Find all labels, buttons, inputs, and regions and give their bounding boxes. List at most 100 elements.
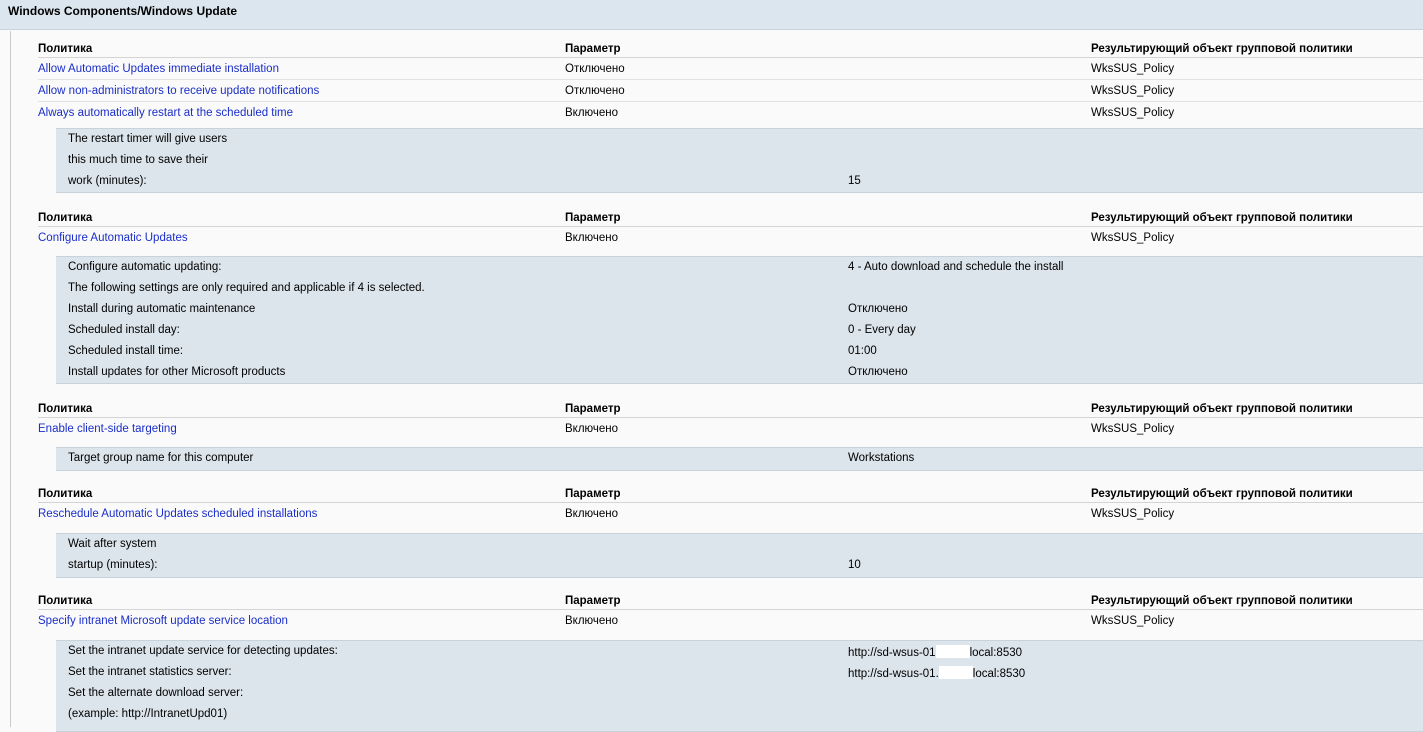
column-header-policy: Политика	[38, 403, 93, 415]
column-header-policy: Политика	[38, 595, 93, 607]
setting-row: work (minutes): 15	[56, 171, 1423, 192]
redaction	[938, 666, 973, 679]
setting-row: Set the intranet update service for dete…	[56, 641, 1423, 662]
policy-row: Allow Automatic Updates immediate instal…	[11, 58, 1423, 80]
policy-state: Включено	[565, 423, 619, 435]
setting-name: this much time to save their	[68, 154, 208, 166]
policy-block: Политика Параметр Результирующий объект …	[11, 395, 1423, 471]
setting-name: The following settings are only required…	[68, 282, 425, 294]
setting-value: 15	[848, 175, 861, 187]
policy-block: Политика Параметр Результирующий объект …	[11, 480, 1423, 578]
policy-state: Включено	[565, 107, 619, 119]
column-header-gpo: Результирующий объект групповой политики	[1091, 595, 1353, 607]
setting-value: 10	[848, 559, 861, 571]
policy-row: Reschedule Automatic Updates scheduled i…	[11, 503, 1423, 525]
policy-link[interactable]: Allow Automatic Updates immediate instal…	[38, 63, 279, 75]
section-header[interactable]: Windows Components/Windows Update	[0, 0, 1423, 30]
column-header-policy: Политика	[38, 488, 93, 500]
setting-row: The following settings are only required…	[56, 278, 1423, 299]
policy-state: Отключено	[565, 63, 625, 75]
setting-row: Set the intranet statistics server: http…	[56, 662, 1423, 683]
setting-name: Target group name for this computer	[68, 452, 254, 464]
policy-block: Политика Параметр Результирующий объект …	[11, 587, 1423, 732]
setting-row: startup (minutes): 10	[56, 555, 1423, 576]
setting-name: Install updates for other Microsoft prod…	[68, 366, 286, 378]
policy-link[interactable]: Enable client-side targeting	[38, 423, 177, 435]
setting-value: 01:00	[848, 345, 877, 357]
setting-name: Set the alternate download server:	[68, 687, 244, 699]
policy-gpo: WksSUS_Policy	[1091, 85, 1175, 97]
policy-row: Enable client-side targeting Включено Wk…	[11, 418, 1423, 440]
setting-name: Wait after system	[68, 538, 157, 550]
settings-panel: Target group name for this computer Work…	[56, 447, 1423, 471]
policy-gpo: WksSUS_Policy	[1091, 423, 1175, 435]
section-title: Windows Components/Windows Update	[8, 4, 238, 18]
policy-link[interactable]: Configure Automatic Updates	[38, 232, 188, 244]
setting-name: Set the intranet statistics server:	[68, 666, 232, 678]
setting-row: this much time to save their	[56, 150, 1423, 171]
policy-link[interactable]: Specify intranet Microsoft update servic…	[38, 615, 288, 627]
setting-value-part: http://sd-wsus-01	[848, 647, 936, 659]
policy-row: Allow non-administrators to receive upda…	[11, 80, 1423, 102]
setting-value-part: local:8530	[969, 647, 1023, 659]
setting-value: 0 - Every day	[848, 324, 916, 336]
policy-state: Включено	[565, 508, 619, 520]
settings-panel: Wait after system startup (minutes): 10	[56, 533, 1423, 578]
policy-gpo: WksSUS_Policy	[1091, 232, 1175, 244]
redaction	[935, 645, 970, 658]
setting-name: work (minutes):	[68, 175, 147, 187]
setting-value: Workstations	[848, 452, 915, 464]
setting-value: http://sd-wsus-01. local:8530	[848, 666, 1025, 680]
setting-row: Scheduled install day: 0 - Every day	[56, 320, 1423, 341]
setting-value: 4 - Auto download and schedule the insta…	[848, 261, 1064, 273]
column-header-setting: Параметр	[565, 595, 621, 607]
policy-row: Always automatically restart at the sche…	[11, 102, 1423, 124]
column-header-setting: Параметр	[565, 488, 621, 500]
setting-name: Configure automatic updating:	[68, 261, 222, 273]
policy-gpo: WksSUS_Policy	[1091, 107, 1175, 119]
setting-name: Scheduled install day:	[68, 324, 180, 336]
column-header-row: Политика Параметр Результирующий объект …	[11, 395, 1423, 418]
setting-name: The restart timer will give users	[68, 133, 228, 145]
policy-row: Configure Automatic Updates Включено Wks…	[11, 227, 1423, 249]
column-header-row: Политика Параметр Результирующий объект …	[11, 204, 1423, 227]
column-header-gpo: Результирующий объект групповой политики	[1091, 212, 1353, 224]
policy-row: Specify intranet Microsoft update servic…	[11, 610, 1423, 632]
column-header-row: Политика Параметр Результирующий объект …	[11, 480, 1423, 503]
column-header-setting: Параметр	[565, 403, 621, 415]
setting-value-part: local:8530	[972, 668, 1026, 680]
policy-state: Включено	[565, 232, 619, 244]
policy-gpo: WksSUS_Policy	[1091, 615, 1175, 627]
setting-name: Set the intranet update service for dete…	[68, 645, 338, 657]
setting-row: Install updates for other Microsoft prod…	[56, 362, 1423, 383]
policy-state: Отключено	[565, 85, 625, 97]
settings-panel: Set the intranet update service for dete…	[56, 640, 1423, 732]
policy-block: Политика Параметр Результирующий объект …	[11, 204, 1423, 384]
column-header-setting: Параметр	[565, 43, 621, 55]
column-header-gpo: Результирующий объект групповой политики	[1091, 403, 1353, 415]
setting-name: Scheduled install time:	[68, 345, 184, 357]
setting-row: Target group name for this computer Work…	[56, 448, 1423, 469]
setting-name: Install during automatic maintenance	[68, 303, 256, 315]
policy-link[interactable]: Allow non-administrators to receive upda…	[38, 85, 319, 97]
column-header-row: Политика Параметр Результирующий объект …	[11, 35, 1423, 58]
setting-row: Configure automatic updating: 4 - Auto d…	[56, 257, 1423, 278]
setting-value: Отключено	[848, 366, 908, 378]
setting-row: (example: http://IntranetUpd01)	[56, 704, 1423, 725]
settings-panel: Configure automatic updating: 4 - Auto d…	[56, 256, 1423, 384]
settings-panel: The restart timer will give users this m…	[56, 128, 1423, 193]
setting-name: startup (minutes):	[68, 559, 158, 571]
policy-link[interactable]: Reschedule Automatic Updates scheduled i…	[38, 508, 317, 520]
column-header-policy: Политика	[38, 212, 93, 224]
setting-row: Set the alternate download server:	[56, 683, 1423, 704]
policy-link[interactable]: Always automatically restart at the sche…	[38, 107, 293, 119]
setting-value: http://sd-wsus-01 local:8530	[848, 645, 1022, 659]
setting-row: Wait after system	[56, 534, 1423, 555]
column-header-policy: Политика	[38, 43, 93, 55]
policy-gpo: WksSUS_Policy	[1091, 508, 1175, 520]
setting-row: Install during automatic maintenance Отк…	[56, 299, 1423, 320]
policy-state: Включено	[565, 615, 619, 627]
setting-row: Scheduled install time: 01:00	[56, 341, 1423, 362]
setting-name: (example: http://IntranetUpd01)	[68, 708, 228, 720]
policy-gpo: WksSUS_Policy	[1091, 63, 1175, 75]
